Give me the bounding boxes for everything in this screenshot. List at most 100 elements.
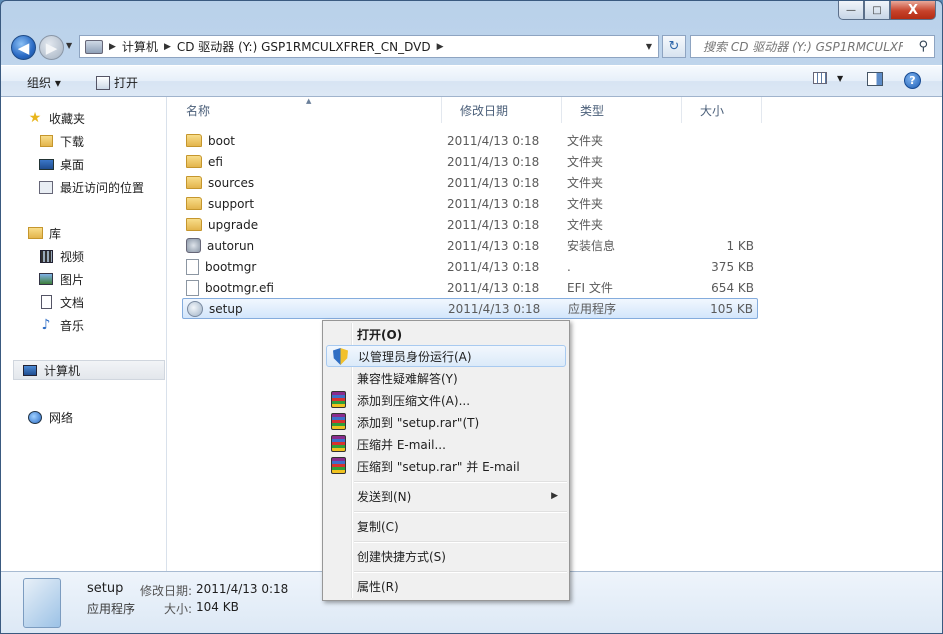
menu-item-run-as-admin[interactable]: 以管理员身份运行(A) bbox=[326, 345, 566, 367]
menu-item-label: 以管理员身份运行(A) bbox=[358, 349, 472, 364]
menu-item-compress-to-rar-email[interactable]: 压缩到 "setup.rar" 并 E-mail bbox=[326, 455, 566, 477]
organize-button[interactable]: 组织 ▾ bbox=[27, 74, 61, 91]
back-button[interactable]: ◀ bbox=[11, 35, 36, 60]
file-size: 375 KB bbox=[711, 259, 754, 274]
help-icon: ? bbox=[904, 72, 921, 89]
downloads-folder-icon bbox=[38, 134, 54, 148]
sidebar-item-computer[interactable]: 计算机 bbox=[13, 360, 165, 380]
command-bar: 组织 ▾ 打开 ▼ ? bbox=[1, 65, 942, 97]
folder-icon bbox=[186, 197, 202, 210]
table-row[interactable]: support 2011/4/13 0:18 文件夹 bbox=[182, 193, 758, 214]
folder-icon bbox=[186, 218, 202, 231]
file-date: 2011/4/13 0:18 bbox=[447, 259, 540, 274]
file-name: upgrade bbox=[208, 217, 259, 232]
preview-pane-button[interactable] bbox=[867, 72, 883, 86]
table-row[interactable]: bootmgr.efi 2011/4/13 0:18 EFI 文件 654 KB bbox=[182, 277, 758, 298]
file-type: 文件夹 bbox=[567, 134, 604, 148]
sidebar-item-libraries[interactable]: 库 bbox=[27, 223, 61, 243]
explorer-window: — □ X ◀ ▶ ▼ ▶ 计算机 ▶ CD 驱动器 (Y:) GSP1RMCU… bbox=[0, 0, 943, 634]
table-row[interactable]: autorun 2011/4/13 0:18 安装信息 1 KB bbox=[182, 235, 758, 256]
column-header-name[interactable]: 名称 bbox=[168, 97, 442, 123]
music-icon: ♪ bbox=[41, 317, 51, 333]
sidebar-item-label: 文档 bbox=[60, 295, 85, 310]
uac-shield-icon bbox=[333, 348, 348, 365]
chevron-right-icon[interactable]: ▶ bbox=[164, 42, 171, 52]
table-row[interactable]: sources 2011/4/13 0:18 文件夹 bbox=[182, 172, 758, 193]
breadcrumb-cd-drive[interactable]: CD 驱动器 (Y:) GSP1RMCULXFRER_CN_DVD bbox=[177, 38, 431, 55]
winrar-icon bbox=[331, 391, 346, 408]
sidebar-item-favorites[interactable]: ★ 收藏夹 bbox=[27, 108, 85, 128]
sidebar-item-downloads[interactable]: 下载 bbox=[38, 131, 84, 151]
sidebar-item-desktop[interactable]: 桌面 bbox=[38, 154, 84, 174]
address-bar[interactable]: ▶ 计算机 ▶ CD 驱动器 (Y:) GSP1RMCULXFRER_CN_DV… bbox=[79, 35, 659, 58]
file-type: 文件夹 bbox=[567, 197, 604, 211]
search-box[interactable]: ⚲ bbox=[690, 35, 935, 58]
sidebar-item-documents[interactable]: 文档 bbox=[38, 292, 84, 312]
sidebar-item-label: 桌面 bbox=[60, 157, 85, 172]
forward-button[interactable]: ▶ bbox=[39, 35, 64, 60]
star-icon: ★ bbox=[28, 110, 42, 126]
change-view-button[interactable]: ▼ bbox=[813, 72, 843, 84]
details-modified-label: 修改日期: bbox=[140, 584, 193, 598]
table-row[interactable]: bootmgr 2011/4/13 0:18 . 375 KB bbox=[182, 256, 758, 277]
menu-item-add-to-setup-rar[interactable]: 添加到 "setup.rar"(T) bbox=[326, 411, 566, 433]
help-button[interactable]: ? bbox=[904, 72, 921, 89]
sidebar-item-videos[interactable]: 视频 bbox=[38, 246, 84, 266]
breadcrumb-computer[interactable]: 计算机 bbox=[122, 38, 158, 55]
menu-item-compat-troubleshoot[interactable]: 兼容性疑难解答(Y) bbox=[326, 367, 566, 389]
menu-item-copy[interactable]: 复制(C) bbox=[326, 515, 566, 537]
sidebar-item-label: 图片 bbox=[60, 272, 85, 287]
table-row[interactable]: boot 2011/4/13 0:18 文件夹 bbox=[182, 130, 758, 151]
open-icon bbox=[96, 75, 110, 90]
winrar-icon bbox=[331, 435, 346, 452]
sidebar-item-pictures[interactable]: 图片 bbox=[38, 269, 84, 289]
table-row[interactable]: efi 2011/4/13 0:18 文件夹 bbox=[182, 151, 758, 172]
column-header-type[interactable]: 类型 bbox=[562, 97, 682, 123]
menu-item-open[interactable]: 打开(O) bbox=[326, 323, 566, 345]
search-input[interactable] bbox=[703, 39, 903, 54]
computer-icon bbox=[85, 39, 103, 54]
menu-item-add-to-archive[interactable]: 添加到压缩文件(A)... bbox=[326, 389, 566, 411]
pictures-icon bbox=[38, 272, 54, 286]
menu-item-label: 打开(O) bbox=[357, 327, 403, 342]
menu-item-properties[interactable]: 属性(R) bbox=[326, 575, 566, 597]
file-date: 2011/4/13 0:18 bbox=[448, 301, 541, 316]
menu-item-compress-email[interactable]: 压缩并 E-mail... bbox=[326, 433, 566, 455]
sidebar-item-recent-places[interactable]: 最近访问的位置 bbox=[38, 177, 144, 197]
column-date-label: 修改日期 bbox=[460, 103, 509, 118]
open-button[interactable]: 打开 bbox=[96, 74, 138, 91]
menu-item-label: 属性(R) bbox=[357, 579, 399, 594]
column-size-label: 大小 bbox=[700, 103, 725, 118]
maximize-button[interactable]: □ bbox=[864, 1, 890, 20]
minimize-button[interactable]: — bbox=[838, 1, 864, 20]
sidebar-item-network[interactable]: 网络 bbox=[27, 407, 73, 427]
file-date: 2011/4/13 0:18 bbox=[447, 217, 540, 232]
sidebar-item-music[interactable]: ♪ 音乐 bbox=[38, 315, 84, 335]
sort-ascending-icon: ▲ bbox=[306, 97, 312, 105]
details-file-type: 应用程序 bbox=[87, 602, 136, 616]
recent-pages-dropdown[interactable]: ▼ bbox=[66, 41, 72, 50]
column-header-date[interactable]: 修改日期 bbox=[442, 97, 562, 123]
libraries-icon bbox=[27, 226, 43, 240]
menu-item-label: 添加到 "setup.rar"(T) bbox=[357, 415, 480, 430]
file-date: 2011/4/13 0:18 bbox=[447, 238, 540, 253]
table-row[interactable]: upgrade 2011/4/13 0:18 文件夹 bbox=[182, 214, 758, 235]
column-header-size[interactable]: 大小 bbox=[682, 97, 762, 123]
menu-item-send-to[interactable]: 发送到(N) ▶ bbox=[326, 485, 566, 507]
winrar-icon bbox=[331, 457, 346, 474]
refresh-button[interactable]: ↻ bbox=[662, 35, 686, 58]
close-button[interactable]: X bbox=[890, 1, 936, 20]
chevron-down-icon[interactable]: ▼ bbox=[837, 74, 843, 83]
table-row-selected[interactable]: setup 2011/4/13 0:18 应用程序 105 KB bbox=[182, 298, 758, 319]
chevron-right-icon[interactable]: ▶ bbox=[437, 42, 444, 52]
chevron-right-icon[interactable]: ▶ bbox=[109, 42, 116, 52]
address-dropdown-icon[interactable]: ▼ bbox=[640, 36, 658, 57]
network-icon bbox=[27, 410, 43, 424]
menu-item-label: 压缩到 "setup.rar" 并 E-mail bbox=[357, 459, 520, 474]
file-size: 105 KB bbox=[710, 301, 753, 316]
column-type-label: 类型 bbox=[580, 103, 605, 118]
menu-item-create-shortcut[interactable]: 创建快捷方式(S) bbox=[326, 545, 566, 567]
open-label: 打开 bbox=[114, 76, 139, 90]
search-icon[interactable]: ⚲ bbox=[918, 39, 928, 54]
file-date: 2011/4/13 0:18 bbox=[447, 133, 540, 148]
